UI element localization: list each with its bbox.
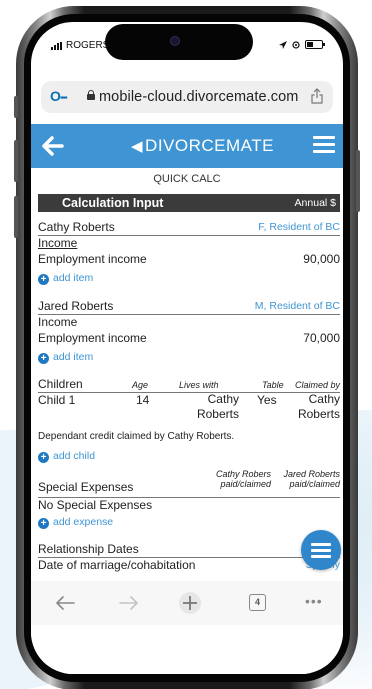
child-age[interactable]: 14 — [136, 392, 149, 408]
phone-screen: ROGERS O━ mobile-cloud.divorcemate.com ◀ — [31, 22, 343, 674]
party2-row[interactable]: Jared Roberts M, Resident of BC — [38, 298, 340, 314]
col-cathy-paid: Cathy Robers paid/claimed — [201, 469, 271, 489]
party2-income-heading: Income — [38, 314, 340, 330]
lock-icon — [87, 90, 95, 100]
claimed-last: Roberts — [297, 407, 340, 421]
child-row[interactable]: Child 1 14 Cathy Roberts Yes Cathy Rober… — [38, 392, 340, 424]
calc-content: Calculation Input Annual $ Cathy Roberts… — [38, 190, 340, 580]
col-age: Age — [132, 380, 149, 390]
income-item-label[interactable]: Employment income — [38, 251, 147, 267]
browser-forward-icon[interactable] — [119, 595, 139, 611]
more-options-icon[interactable]: ••• — [305, 593, 323, 609]
add-item-label: add item — [53, 272, 94, 284]
income-label: Income — [38, 236, 78, 250]
share-icon[interactable] — [311, 88, 323, 104]
col-table: Table — [262, 380, 284, 390]
col-jared-sub: paid/claimed — [289, 479, 340, 489]
camera-icon — [170, 36, 180, 46]
child-claimed-by[interactable]: Cathy Roberts — [282, 392, 340, 422]
stage: ROGERS O━ mobile-cloud.divorcemate.com ◀ — [0, 0, 372, 689]
lives-with-last: Roberts — [196, 407, 239, 421]
app-logo: ◀ DIVORCEMATE — [131, 136, 274, 156]
special-empty-text: No Special Expenses — [38, 498, 153, 512]
party1-role[interactable]: F, Resident of BC — [258, 219, 340, 235]
party2-role[interactable]: M, Resident of BC — [255, 298, 340, 314]
children-header: Children Age Lives with Table Claimed by — [38, 376, 340, 392]
browser-back-icon[interactable] — [55, 595, 75, 611]
add-icon: + — [38, 353, 49, 364]
volume-down-button — [14, 196, 18, 238]
calc-header-title: Calculation Input — [62, 196, 164, 210]
party2-add-item-button[interactable]: + add item — [38, 349, 340, 365]
relationship-header: Relationship Dates — [38, 541, 340, 557]
relationship-item-label: Date of marriage/cohabitation — [38, 558, 196, 572]
claimed-first: Cathy — [308, 392, 340, 406]
col-jared-name: Jared Roberts — [283, 469, 340, 479]
add-child-label: add child — [53, 450, 96, 462]
col-jared-paid: Jared Roberts paid/claimed — [272, 469, 340, 489]
special-header: Special Expenses Cathy Robers paid/claim… — [38, 469, 340, 497]
calc-header-bar: Calculation Input Annual $ — [38, 194, 340, 212]
add-child-button[interactable]: + add child — [38, 448, 340, 464]
col-cathy-name: Cathy Robers — [215, 469, 271, 479]
dependant-note-text: Dependant credit claimed by Cathy Robert… — [38, 431, 235, 442]
party1-row[interactable]: Cathy Roberts F, Resident of BC — [38, 219, 340, 235]
hamburger-menu-icon[interactable] — [313, 136, 335, 154]
browser-toolbar: 4 ••• — [31, 581, 343, 625]
children-heading: Children — [38, 377, 83, 391]
power-button — [356, 150, 360, 212]
logo-mark-icon: ◀ — [131, 138, 144, 155]
screen-bottom — [31, 625, 343, 674]
back-arrow-icon[interactable] — [40, 133, 66, 159]
password-key-icon[interactable]: O━ — [50, 88, 67, 104]
child-table[interactable]: Yes — [257, 392, 277, 408]
add-icon: + — [38, 274, 49, 285]
party2-income-item[interactable]: Employment income 70,000 — [38, 330, 340, 346]
income-item-value[interactable]: 70,000 — [303, 330, 340, 346]
status-bar: ROGERS — [31, 22, 343, 70]
add-item-label: add item — [53, 351, 94, 363]
battery-icon — [305, 40, 325, 49]
party1-add-item-button[interactable]: + add item — [38, 270, 340, 286]
add-icon: + — [38, 452, 49, 463]
tabs-count-button[interactable]: 4 — [249, 594, 266, 611]
party1-income-heading: Income — [38, 235, 340, 251]
child-lives-with[interactable]: Cathy Roberts — [181, 392, 239, 422]
page-title: QUICK CALC — [153, 173, 221, 185]
party2-name[interactable]: Jared Roberts — [38, 298, 113, 314]
app-header: ◀ DIVORCEMATE — [31, 124, 343, 168]
income-item-value[interactable]: 90,000 — [303, 251, 340, 267]
location-icon — [279, 40, 287, 49]
col-lives-with: Lives with — [179, 380, 219, 390]
income-label: Income — [38, 315, 78, 329]
mute-switch — [14, 96, 18, 118]
col-cathy-sub: paid/claimed — [220, 479, 271, 489]
special-heading: Special Expenses — [38, 480, 134, 494]
relationship-heading: Relationship Dates — [38, 542, 139, 556]
party1-income-item[interactable]: Employment income 90,000 — [38, 251, 340, 267]
carrier-name: ROGERS — [66, 40, 110, 51]
add-icon: + — [38, 518, 49, 529]
url-text[interactable]: mobile-cloud.divorcemate.com — [99, 89, 298, 105]
floating-menu-button[interactable] — [301, 530, 341, 570]
relationship-item[interactable]: Date of marriage/cohabitation Specify — [38, 557, 340, 573]
income-item-label[interactable]: Employment income — [38, 330, 147, 346]
new-tab-plus-icon[interactable] — [178, 591, 202, 615]
period-selector[interactable]: Annual $ — [295, 197, 336, 209]
add-expense-label: add expense — [53, 516, 114, 528]
lives-with-first: Cathy — [207, 392, 239, 406]
special-empty: No Special Expenses — [38, 497, 340, 513]
dependant-note: Dependant credit claimed by Cathy Robert… — [38, 429, 340, 445]
volume-up-button — [14, 140, 18, 182]
logo-text: DIVORCEMATE — [145, 136, 274, 155]
child-name[interactable]: Child 1 — [38, 392, 75, 408]
add-expense-button[interactable]: + add expense — [38, 514, 340, 530]
party1-name[interactable]: Cathy Roberts — [38, 219, 115, 235]
status-right — [279, 40, 325, 49]
signal-icon — [51, 41, 62, 50]
address-bar[interactable]: O━ mobile-cloud.divorcemate.com — [41, 81, 333, 113]
alarm-icon — [292, 40, 300, 49]
col-claimed-by: Claimed by — [294, 380, 340, 390]
